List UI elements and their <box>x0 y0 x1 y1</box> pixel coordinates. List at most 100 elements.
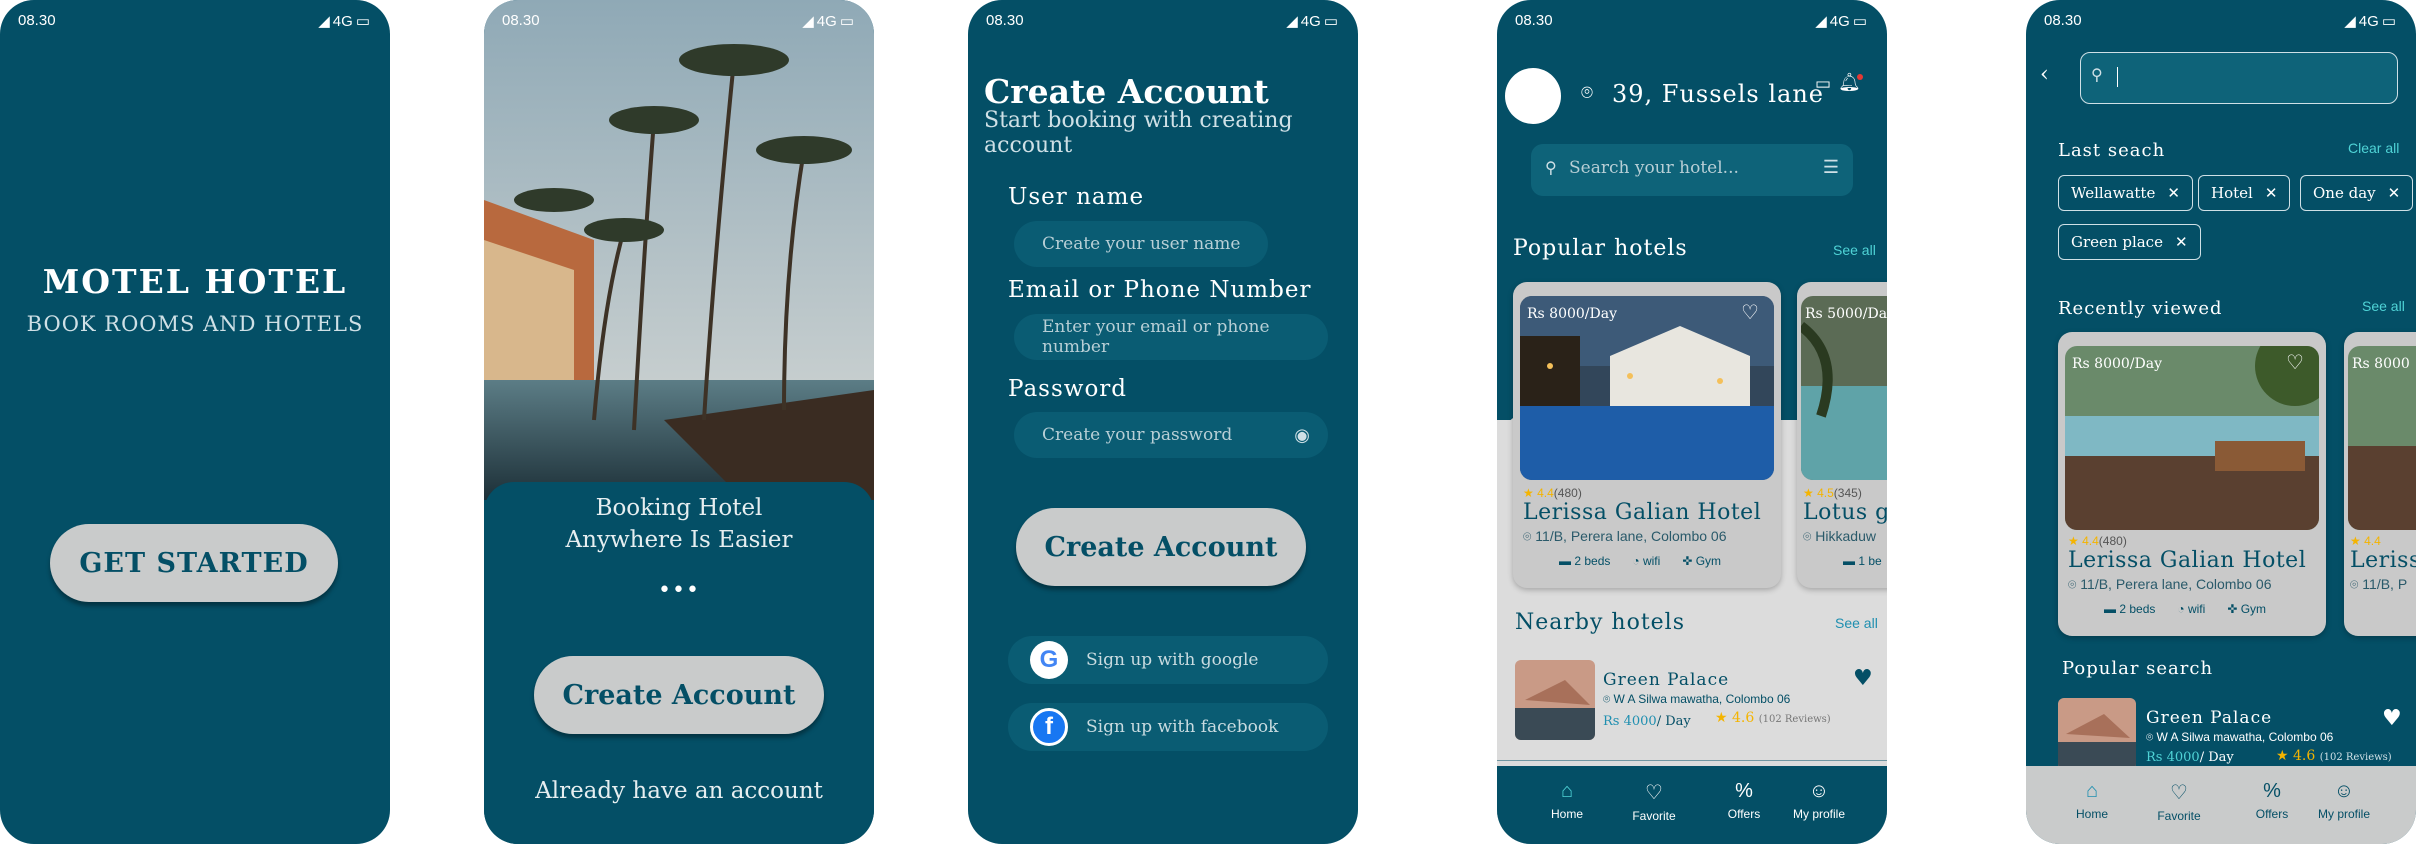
close-icon[interactable]: ✕ <box>2388 184 2401 202</box>
nav-favorite[interactable]: ♡ Favorite <box>1614 780 1694 823</box>
app-subtitle: BOOK ROOMS AND HOTELS <box>26 312 364 336</box>
filter-icon[interactable]: ☰ <box>1823 157 1839 178</box>
chip-label: One day <box>2313 184 2376 202</box>
popular-hotel-card[interactable]: Rs 5000/Day ★ 4.5(345) Lotus g ⌾ Hikkadu… <box>1797 282 1887 588</box>
favorite-heart-icon[interactable]: ♡ <box>1741 300 1759 324</box>
bed-icon: ▬ 2 beds <box>2104 602 2156 616</box>
search-chip[interactable]: Hotel ✕ <box>2198 175 2291 211</box>
battery-icon: ▭ <box>1323 13 1338 30</box>
status-time: 08.30 <box>18 12 56 29</box>
clear-all-link[interactable]: Clear all <box>2348 140 2399 156</box>
price-unit: / Day <box>2199 750 2234 765</box>
hotel-name: Green Palace <box>1603 670 1730 690</box>
facebook-signup-button[interactable]: f Sign up with facebook <box>1008 703 1328 751</box>
beds-label: 2 beds <box>2119 602 2156 616</box>
gym-icon: ✜ Gym <box>2227 602 2267 616</box>
nav-my-profile[interactable]: ☺ My profile <box>2304 780 2384 821</box>
google-signup-button[interactable]: G Sign up with google <box>1008 636 1328 684</box>
star-icon: ★ <box>2276 748 2289 764</box>
nearby-hotels-title: Nearby hotels <box>1515 610 1686 635</box>
google-icon: G <box>1030 641 1068 679</box>
wifi-icon: ◔ wifi <box>2177 602 2206 616</box>
nearby-see-all-link[interactable]: See all <box>1835 615 1878 631</box>
rating-value: 4.4 <box>2082 534 2099 548</box>
popular-see-all-link[interactable]: See all <box>1833 242 1876 258</box>
chip-label: Hotel <box>2211 184 2253 202</box>
gym-label: Gym <box>2240 602 2267 616</box>
already-have-account-link[interactable]: Already have an account <box>484 778 874 804</box>
wifi-label: wifi <box>1642 554 1661 568</box>
location-pin-icon: ⌾ <box>2350 576 2359 592</box>
favorite-heart-icon[interactable]: ♥ <box>2382 706 2402 731</box>
recent-see-all-link[interactable]: See all <box>2362 298 2405 314</box>
nav-favorite[interactable]: ♡ Favorite <box>2139 780 2219 823</box>
location-pin-icon: ⌾ <box>1581 80 1593 104</box>
chat-icon[interactable]: ▭ <box>1815 74 1831 94</box>
recent-hotel-card[interactable]: Rs 8000 ★ 4.4 Leriss ⌾ 11/B, P <box>2344 332 2416 636</box>
popular-hotel-card[interactable]: Rs 8000/Day ♡ ★ 4.4(480) Lerissa Galian … <box>1513 282 1781 588</box>
rating: ★ 4.5(345) <box>1803 486 1862 500</box>
bed-icon: ▬ 1 be <box>1843 554 1882 568</box>
popular-search-item[interactable]: Green Palace ⌾ W A Silwa mawatha, Colomb… <box>2058 698 2408 770</box>
beds-label: 1 be <box>1858 554 1882 568</box>
favorite-heart-icon[interactable]: ♥ <box>1853 666 1873 691</box>
current-address[interactable]: 39, Fussels lane <box>1612 80 1824 108</box>
search-chip[interactable]: Wellawatte ✕ <box>2058 175 2193 211</box>
star-icon: ★ <box>1803 486 1814 500</box>
rating-value: 4.5 <box>1817 486 1834 500</box>
hotel-name: Lerissa Galian Hotel <box>2068 548 2307 573</box>
location-pin-icon: ⌾ <box>2146 730 2154 744</box>
close-icon[interactable]: ✕ <box>2167 184 2180 202</box>
hotel-address: ⌾ 11/B, P <box>2350 576 2407 593</box>
price-value: Rs 4000 <box>1603 714 1657 729</box>
screen-onboarding: 08.30 ◢ 4G ▭ Booking Hotel Anywhere Is Eas… <box>484 0 874 844</box>
nav-label: Offers <box>2255 807 2289 821</box>
status-bar: 08.30 ◢ 4G ▭ <box>1515 12 1867 30</box>
password-field[interactable]: Create your password ◉ <box>1014 412 1328 458</box>
bottom-navigation: ⌂ Home ♡ Favorite % Offers ☺ My profile <box>1497 766 1887 844</box>
nav-my-profile[interactable]: ☺ My profile <box>1779 780 1859 821</box>
status-time: 08.30 <box>2044 12 2082 29</box>
nearby-hotel-item[interactable]: Green Palace ⌾ W A Silwa mawatha, Colomb… <box>1515 660 1875 744</box>
create-account-button[interactable]: Create Account <box>534 656 824 734</box>
search-bar[interactable]: ⚲ Search your hotel... ☰ <box>1531 144 1853 196</box>
close-icon[interactable]: ✕ <box>2175 233 2188 251</box>
nav-home[interactable]: ⌂ Home <box>1527 780 1607 821</box>
nav-offers[interactable]: % Offers <box>1704 780 1784 821</box>
recent-hotel-card[interactable]: Rs 8000/Day ♡ ★ 4.4(480) Lerissa Galian … <box>2058 332 2326 636</box>
onboarding-caption: Booking Hotel Anywhere Is Easier <box>484 492 874 556</box>
hotel-name: Lotus g <box>1803 500 1887 525</box>
get-started-button[interactable]: GET STARTED <box>50 524 338 602</box>
price-unit: / Day <box>1656 714 1691 729</box>
screen-home: 08.30 ◢ 4G ▭ ⌾ 39, Fussels lane ▭ 🔔︎ ⚲ Sea… <box>1497 0 1887 844</box>
create-account-submit-button[interactable]: Create Account <box>1016 508 1306 586</box>
username-field[interactable]: Create your user name <box>1014 221 1268 267</box>
search-chip[interactable]: Green place ✕ <box>2058 224 2201 260</box>
rating: ★ 4.6 (102 Reviews) <box>2276 748 2392 764</box>
back-arrow-icon[interactable]: ‹ <box>2040 62 2049 87</box>
email-placeholder: Enter your email or phone number <box>1042 317 1270 357</box>
signal-icon: ◢ <box>318 13 330 30</box>
nav-label: Offers <box>1727 807 1761 821</box>
review-count: (345) <box>1833 486 1862 500</box>
location-pin-icon: ⌾ <box>1603 692 1611 706</box>
password-label: Password <box>1008 376 1128 402</box>
search-chip[interactable]: One day ✕ <box>2300 175 2414 211</box>
nav-label: Favorite <box>2157 809 2201 823</box>
nav-offers[interactable]: % Offers <box>2232 780 2312 821</box>
rating: ★ 4.4(480) <box>1523 486 1582 500</box>
signal-icon: ◢ <box>1286 13 1298 30</box>
address-text: W A Silwa mawatha, Colombo 06 <box>1613 692 1791 706</box>
bell-icon[interactable]: 🔔︎ <box>1838 72 1863 93</box>
status-bar: 08.30 ◢ 4G ▭ <box>2044 12 2396 30</box>
search-input[interactable]: ⚲ <box>2080 52 2398 104</box>
email-field[interactable]: Enter your email or phone number <box>1014 314 1328 360</box>
avatar[interactable] <box>1505 68 1561 124</box>
close-icon[interactable]: ✕ <box>2265 184 2278 202</box>
location-pin-icon: ⌾ <box>2068 576 2077 592</box>
nav-home[interactable]: ⌂ Home <box>2052 780 2132 821</box>
star-icon: ★ <box>2068 534 2079 548</box>
eye-icon[interactable]: ◉ <box>1294 425 1310 446</box>
address-text: 11/B, Perera lane, Colombo 06 <box>1535 528 1727 544</box>
favorite-heart-icon[interactable]: ♡ <box>2286 350 2304 374</box>
